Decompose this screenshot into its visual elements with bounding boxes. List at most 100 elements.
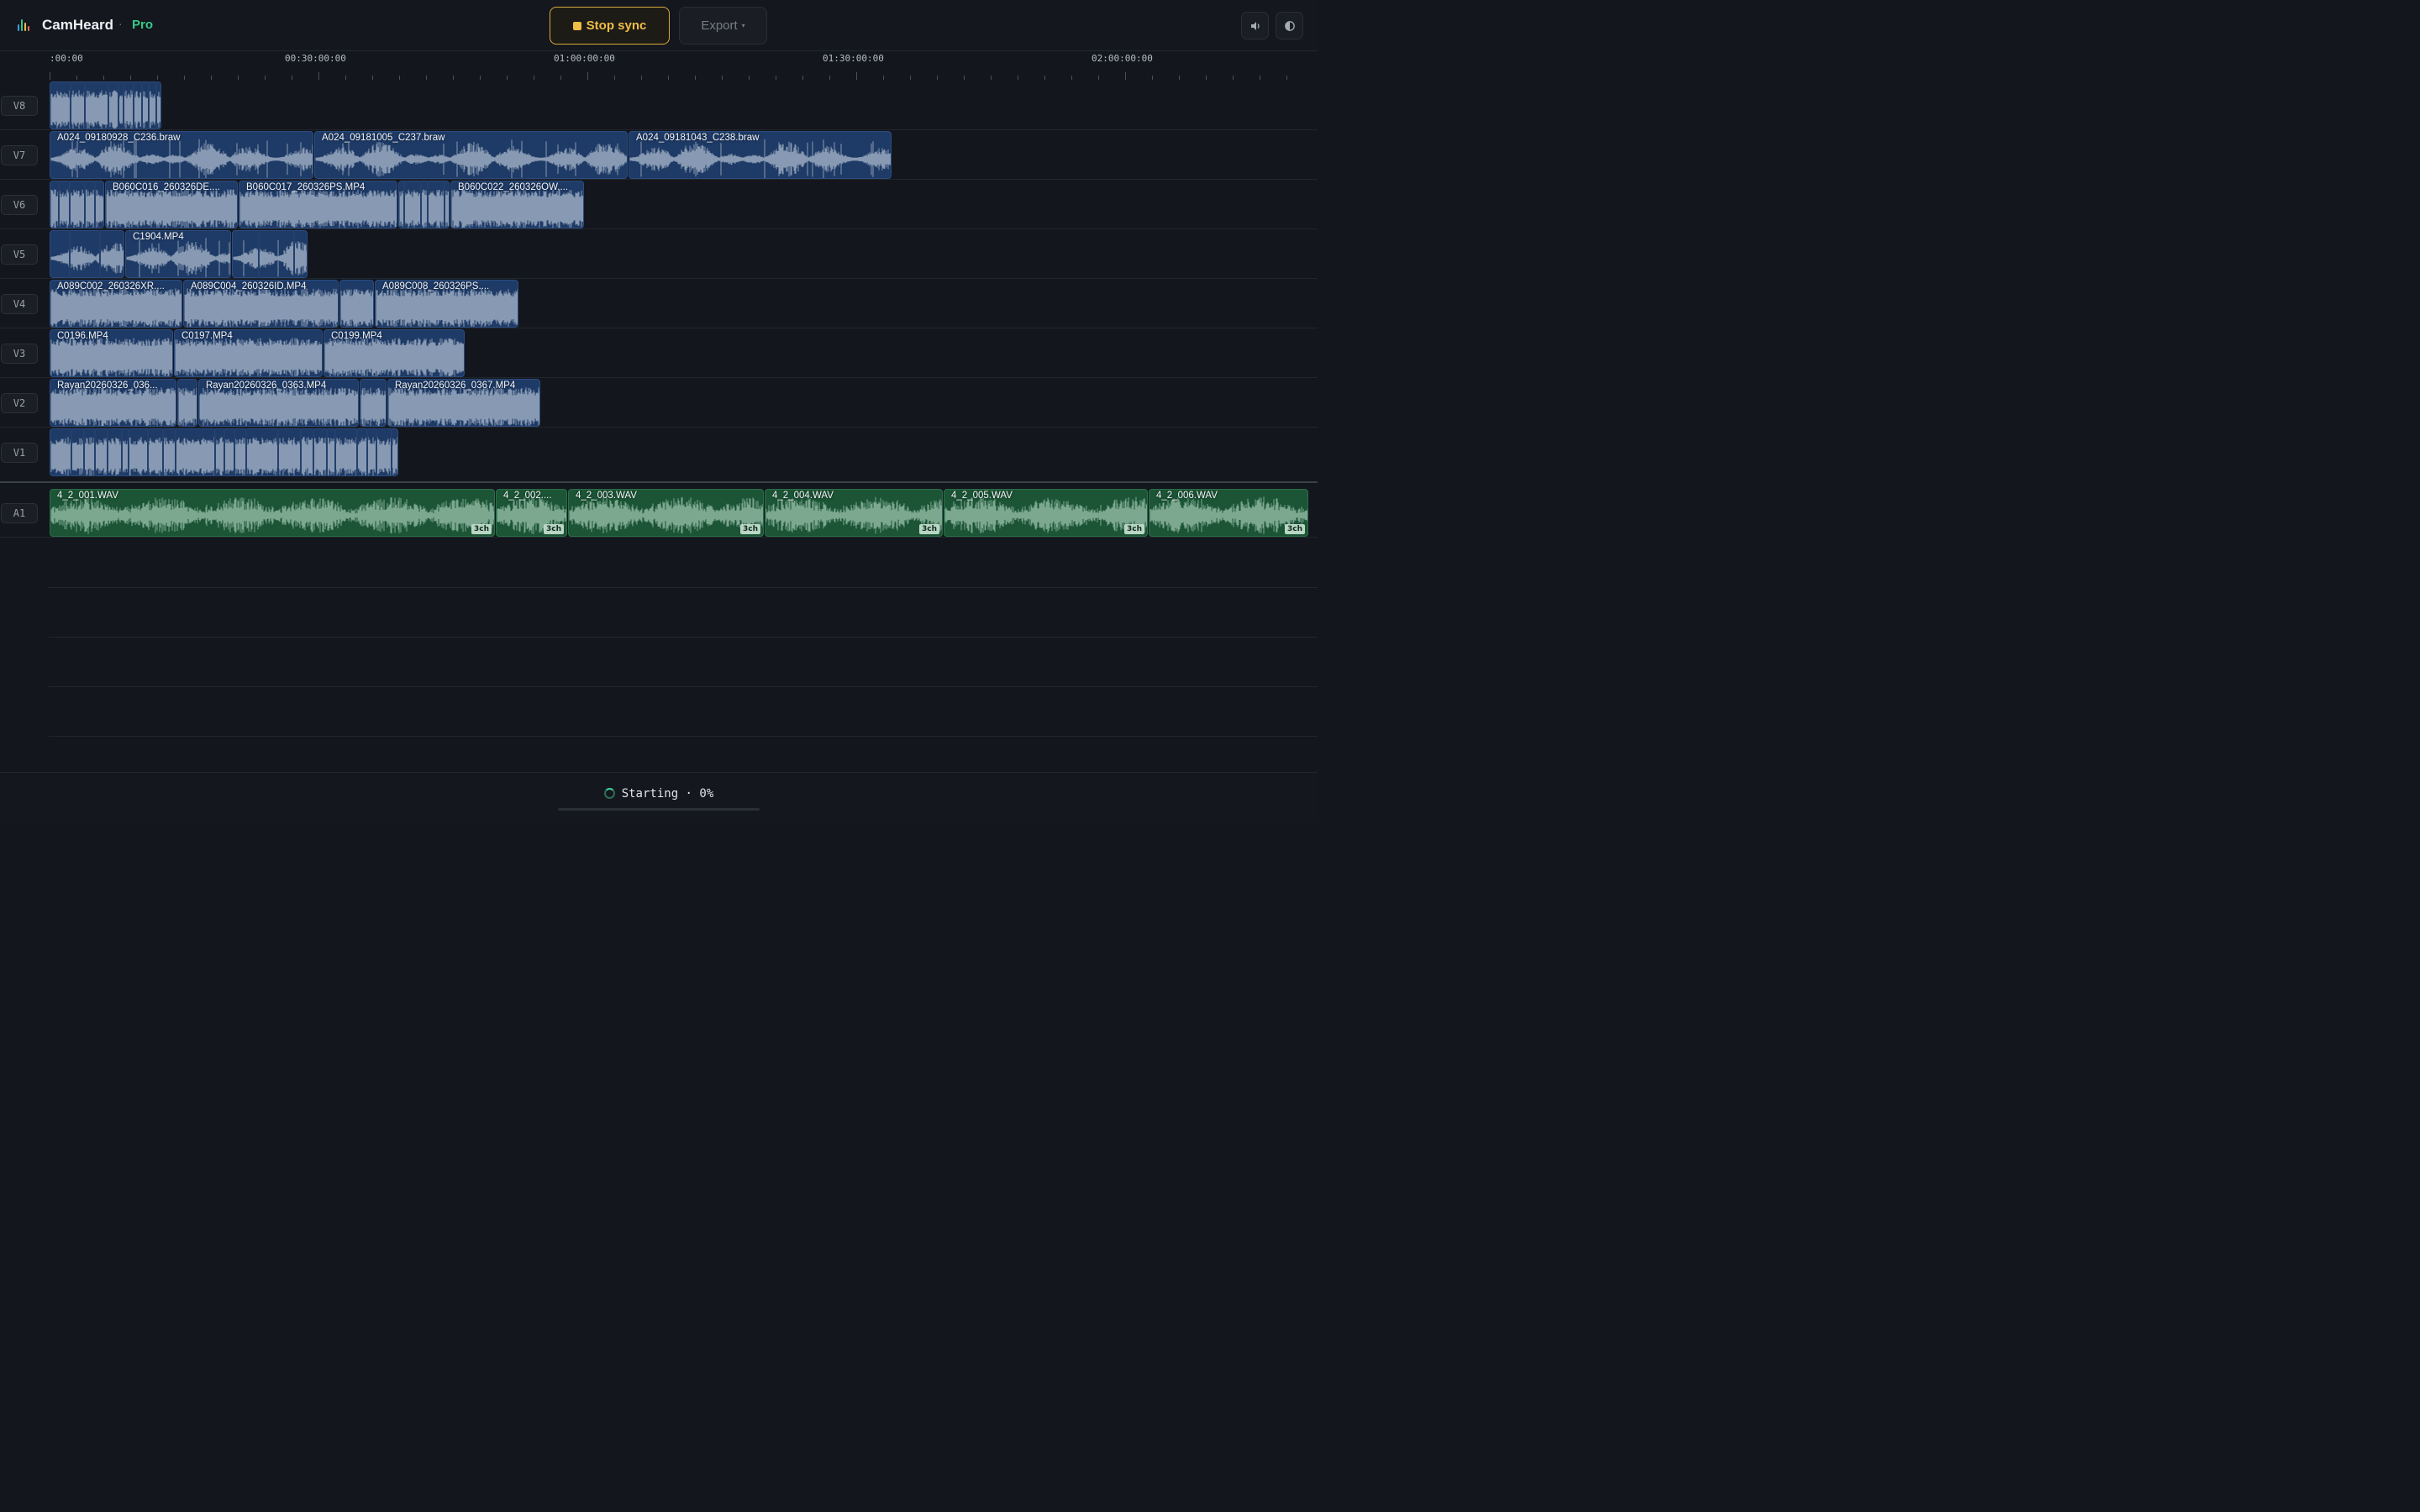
clip-boundary (94, 428, 96, 476)
clip-label: B060C017_260326PS.MP4 (246, 182, 366, 192)
clip-boundary (69, 230, 71, 278)
audio-clip[interactable]: 4_2_001.WAV 3ch (50, 489, 495, 537)
clip-label: A089C002_260326XR.... (57, 281, 165, 291)
video-clip[interactable]: B060C017_260326PS.MP4 (239, 181, 397, 228)
clip-label: 4_2_003.WAV (576, 491, 637, 501)
video-clip[interactable] (50, 230, 124, 278)
ruler-label: 02:00:00:00 (1092, 53, 1153, 64)
ruler-tick (1286, 76, 1287, 80)
clip-boundary (356, 428, 358, 476)
clip-boundary (69, 181, 71, 228)
video-clip[interactable]: A089C002_260326XR.... (50, 280, 182, 328)
clip-boundary (391, 428, 392, 476)
video-clip[interactable]: Rayan20260326_0363.MP4 (198, 379, 359, 427)
ruler-tick (372, 76, 373, 80)
ruler-tick (1125, 72, 1126, 80)
chevron-down-icon: ▾ (741, 22, 745, 29)
audio-clip[interactable]: 4_2_003.WAV 3ch (568, 489, 764, 537)
video-clip[interactable]: C0199.MP4 (324, 329, 465, 377)
ruler-tick (184, 76, 185, 80)
ruler-label: :00:00 (50, 53, 83, 64)
audio-clip[interactable]: 4_2_006.WAV 3ch (1149, 489, 1308, 537)
clip-label: 4_2_001.WAV (57, 491, 118, 501)
video-clip[interactable] (339, 280, 374, 328)
ruler-tick (883, 76, 884, 80)
video-clip[interactable]: A024_09181005_C237.braw (314, 131, 628, 179)
ruler-tick (399, 76, 400, 80)
ruler-label: 01:00:00:00 (554, 53, 615, 64)
theme-toggle-button[interactable] (1276, 12, 1303, 39)
volume-icon (1250, 21, 1260, 30)
ruler-tick (991, 76, 992, 80)
video-clip[interactable]: C1904.MP4 (125, 230, 231, 278)
pro-badge: Pro (132, 18, 154, 32)
clip-label: C0199.MP4 (331, 331, 382, 341)
ruler-tick (426, 76, 427, 80)
track-label-v8[interactable]: V8 (1, 95, 38, 116)
ruler-tick (238, 76, 239, 80)
video-clip[interactable]: A089C008_260326PS.... (375, 280, 518, 328)
clip-label: C0196.MP4 (57, 331, 108, 341)
track-label-v2[interactable]: V2 (1, 392, 38, 413)
video-clip[interactable] (360, 379, 387, 427)
ruler-tick (453, 76, 454, 80)
ruler-tick (1206, 76, 1207, 80)
waveform (178, 387, 197, 426)
clip-boundary (334, 428, 336, 476)
clip-boundary (214, 428, 216, 476)
empty-track-row (49, 687, 1318, 737)
app-name: CamHeard (42, 17, 114, 33)
audio-clip[interactable]: 4_2_004.WAV 3ch (765, 489, 943, 537)
stop-sync-button[interactable]: Stop sync (550, 7, 670, 45)
export-button[interactable]: Export ▾ (679, 7, 767, 45)
clip-boundary (83, 428, 85, 476)
clip-boundary (107, 428, 108, 476)
video-clip[interactable] (232, 230, 308, 278)
track-label-v4[interactable]: V4 (1, 293, 38, 314)
clip-boundary (175, 428, 176, 476)
video-clip[interactable]: C0196.MP4 (50, 329, 173, 377)
clip-boundary (84, 81, 86, 129)
volume-button[interactable] (1241, 12, 1269, 39)
ruler-tick (829, 76, 830, 80)
channel-count-badge: 3ch (739, 524, 760, 534)
video-clip[interactable]: B060C016_260326DE.... (105, 181, 238, 228)
video-clip[interactable]: A089C004_260326ID.MP4 (183, 280, 339, 328)
channel-count-badge: 3ch (918, 524, 939, 534)
video-clip[interactable]: A024_09181043_C238.braw (629, 131, 892, 179)
video-clip[interactable] (177, 379, 197, 427)
track-label-a1[interactable]: A1 (1, 502, 38, 523)
waveform (340, 289, 373, 327)
video-clip[interactable] (398, 181, 450, 228)
stop-sync-label: Stop sync (586, 18, 647, 33)
track-label-v7[interactable]: V7 (1, 144, 38, 165)
track-label-v3[interactable]: V3 (1, 343, 38, 364)
video-clip[interactable]: Rayan20260326_036... (50, 379, 176, 427)
logo-icon (15, 17, 32, 34)
empty-track-row (49, 588, 1318, 638)
clip-label: Rayan20260326_0367.MP4 (395, 381, 516, 391)
clip-boundary (293, 230, 295, 278)
clip-boundary (70, 81, 71, 129)
ruler-tick (749, 76, 750, 80)
audio-clip[interactable]: 4_2_002.... 3ch (496, 489, 567, 537)
track-label-v6[interactable]: V6 (1, 194, 38, 215)
clip-boundary (58, 181, 60, 228)
video-clip[interactable] (50, 81, 161, 129)
clip-boundary (420, 181, 422, 228)
video-clip[interactable]: C0197.MP4 (174, 329, 323, 377)
audio-clip[interactable]: 4_2_005.WAV 3ch (944, 489, 1148, 537)
waveform (360, 387, 386, 426)
track-label-v5[interactable]: V5 (1, 244, 38, 265)
track-label-v1[interactable]: V1 (1, 442, 38, 463)
video-clip[interactable]: A024_09180928_C236.braw (50, 131, 313, 179)
ruler-tick (587, 72, 588, 80)
video-clip[interactable]: Rayan20260326_0367.MP4 (387, 379, 540, 427)
video-audio-divider[interactable] (0, 481, 1318, 483)
clip-boundary (128, 428, 129, 476)
video-clip[interactable]: B060C022_260326OW.... (450, 181, 584, 228)
header-bar: CamHeard · Pro Stop sync Export ▾ (0, 0, 1318, 51)
clip-boundary (245, 428, 247, 476)
ruler-tick (345, 76, 346, 80)
timeline-ruler[interactable]: :00:00 00:30:00:00 01:00:00:00 01:30:00:… (0, 51, 1318, 81)
